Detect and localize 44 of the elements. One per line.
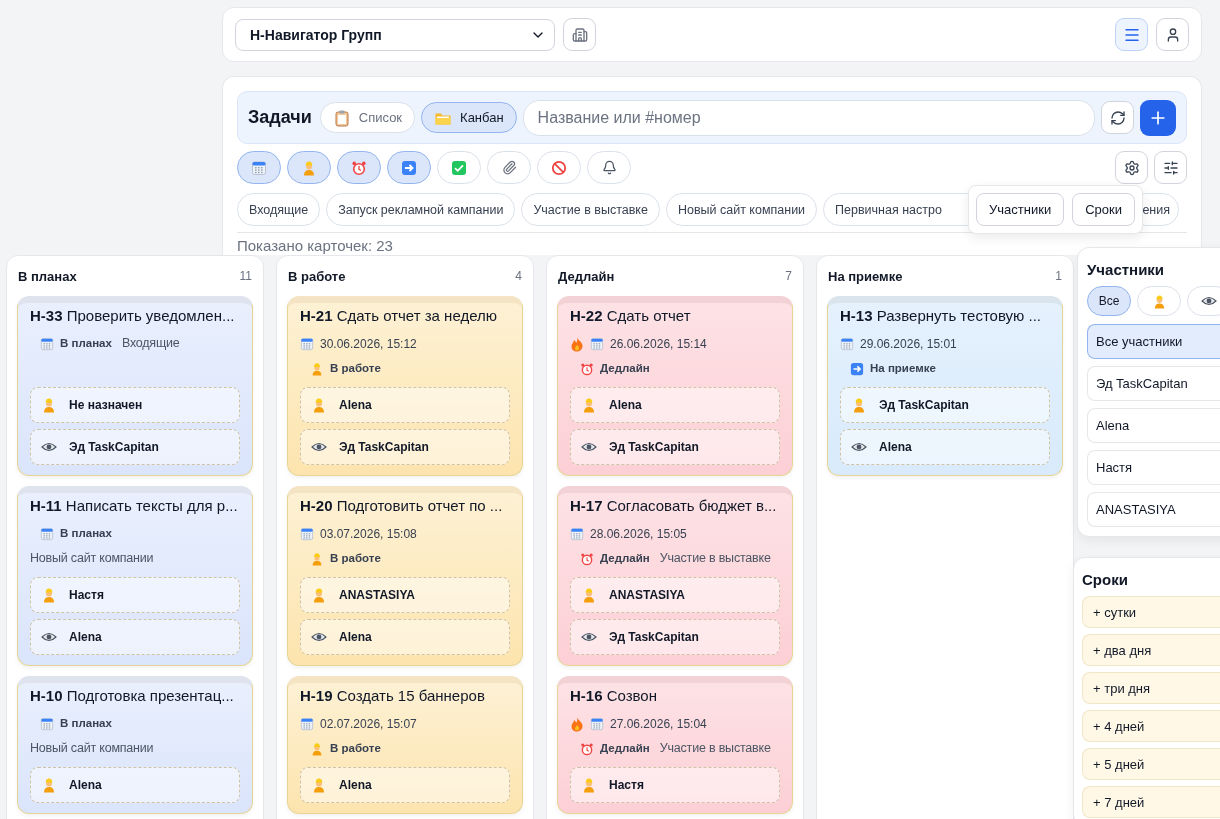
column-title: В работе: [288, 268, 346, 284]
column-title: В планах: [18, 268, 77, 284]
column-count: 4: [515, 269, 522, 283]
due-date: 30.06.2026, 15:12: [320, 336, 417, 351]
project-label: Участие в выставке: [659, 740, 771, 757]
card-title: Н-11 Написать тексты для р...: [30, 496, 239, 516]
due-date: 29.06.2026, 15:01: [860, 336, 957, 351]
panel-title: Участники: [1087, 260, 1166, 280]
card-title: Н-13 Развернуть тестовую ...: [840, 306, 1042, 326]
due-date: 26.06.2026, 15:14: [610, 336, 707, 351]
due-date: 27.06.2026, 15:04: [610, 716, 707, 731]
card-title: Н-17 Согласовать бюджет в...: [570, 496, 778, 516]
status-label: В планах: [60, 716, 112, 731]
due-date: 28.06.2026, 15:05: [590, 526, 687, 541]
status-label: В работе: [330, 551, 381, 566]
status-label: В планах: [60, 526, 112, 541]
cards-count: Показано карточек: 23: [237, 237, 394, 255]
due-date: 02.07.2026, 15:07: [320, 716, 417, 731]
due-date: 03.07.2026, 15:08: [320, 526, 417, 541]
column-count: 11: [239, 269, 252, 283]
page-title: Задачи: [248, 107, 312, 128]
card-title: Н-21 Сдать отчет за неделю: [300, 306, 498, 326]
card-title: Н-20 Подготовить отчет по ...: [300, 496, 504, 516]
status-label: В работе: [330, 361, 381, 376]
panel-title: Сроки: [1082, 570, 1129, 590]
card-title: Н-10 Подготовка презентац...: [30, 686, 235, 706]
card-title: Н-19 Создать 15 баннеров: [300, 686, 486, 706]
column-title: На приемке: [828, 268, 903, 284]
status-label: Дедлайн: [600, 741, 650, 756]
card-title: Н-22 Сдать отчет: [570, 306, 692, 326]
project-label: Новый сайт компании: [30, 550, 154, 567]
status-label: В планах: [60, 336, 112, 351]
column-count: 7: [785, 269, 792, 283]
column-title: Дедлайн: [558, 268, 615, 284]
project-label: Новый сайт компании: [30, 740, 154, 757]
status-label: В работе: [330, 741, 381, 756]
status-label: На приемке: [870, 361, 936, 376]
project-label: Участие в выставке: [659, 550, 771, 567]
card-title: Н-33 Проверить уведомлен...: [30, 306, 236, 326]
project-label: Входящие: [121, 335, 180, 352]
column-count: 1: [1055, 269, 1062, 283]
status-label: Дедлайн: [600, 361, 650, 376]
status-label: Дедлайн: [600, 551, 650, 566]
card-title: Н-16 Созвон: [570, 686, 658, 706]
